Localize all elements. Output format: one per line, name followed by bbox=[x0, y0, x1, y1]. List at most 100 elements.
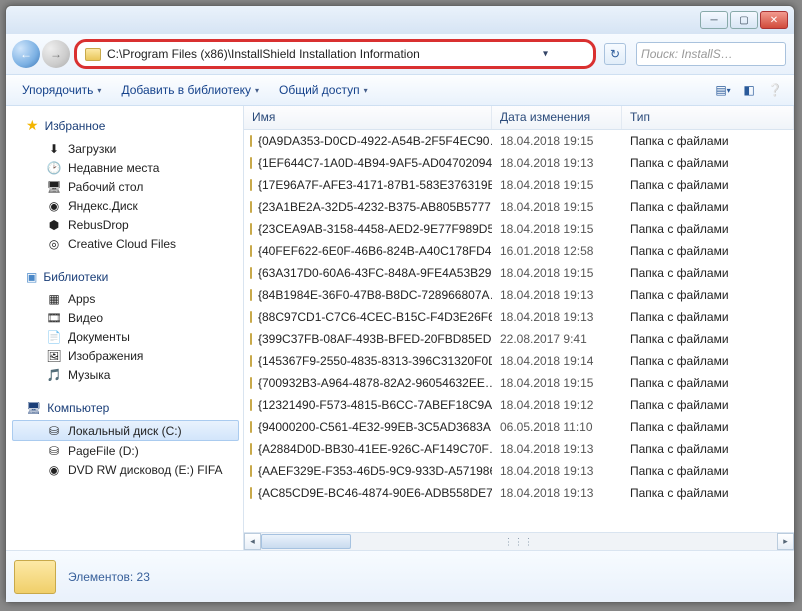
scroll-track[interactable]: ⋮⋮⋮ bbox=[261, 533, 777, 550]
search-placeholder: Поиск: InstallS… bbox=[641, 47, 733, 61]
libraries-item-2[interactable]: 📄Документы bbox=[12, 327, 239, 346]
file-type: Папка с файлами bbox=[622, 222, 794, 236]
file-row[interactable]: {AAEF329E-F353-46D5-9C9-933D-A5719860…18… bbox=[244, 460, 794, 482]
file-type: Папка с файлами bbox=[622, 420, 794, 434]
file-name: {17E96A7F-AFE3-4171-87B1-583E376319E8} bbox=[258, 178, 492, 192]
file-name: {94000200-C561-4E32-99EB-3C5AD3683A… bbox=[258, 420, 492, 434]
preview-pane-button[interactable]: ◧ bbox=[738, 79, 760, 101]
libraries-item-0[interactable]: ▦Apps bbox=[12, 289, 239, 308]
video-icon: 🎞 bbox=[46, 310, 62, 325]
minimize-button[interactable]: ─ bbox=[700, 11, 728, 29]
add-to-library-button[interactable]: Добавить в библиотеку▾ bbox=[113, 79, 267, 101]
scroll-right-button[interactable]: ▸ bbox=[777, 533, 794, 550]
file-date: 18.04.2018 19:13 bbox=[492, 464, 622, 478]
tree-item-label: Рабочий стол bbox=[68, 180, 143, 194]
address-text: C:\Program Files (x86)\InstallShield Ins… bbox=[107, 47, 420, 61]
computer-item-1[interactable]: ⛁PageFile (D:) bbox=[12, 441, 239, 460]
favorites-item-4[interactable]: ⬢RebusDrop bbox=[12, 215, 239, 234]
folder-icon bbox=[250, 223, 252, 235]
file-type: Папка с файлами bbox=[622, 376, 794, 390]
download-icon: ⬇ bbox=[46, 141, 62, 156]
libraries-item-3[interactable]: 🖼Изображения bbox=[12, 346, 239, 365]
file-type: Папка с файлами bbox=[622, 244, 794, 258]
ydisk-icon: ◉ bbox=[46, 198, 62, 213]
hdd-icon: ⛁ bbox=[46, 423, 62, 438]
file-row[interactable]: {23A1BE2A-32D5-4232-B375-AB805B5777…18.0… bbox=[244, 196, 794, 218]
apps-icon: ▦ bbox=[46, 291, 62, 306]
file-date: 18.04.2018 19:13 bbox=[492, 156, 622, 170]
file-name: {AAEF329E-F353-46D5-9C9-933D-A5719860… bbox=[258, 464, 492, 478]
favorites-item-1[interactable]: 🕑Недавние места bbox=[12, 158, 239, 177]
address-bar[interactable]: C:\Program Files (x86)\InstallShield Ins… bbox=[74, 39, 596, 69]
file-row[interactable]: {145367F9-2550-4835-8313-396C31320F0D}18… bbox=[244, 350, 794, 372]
col-name[interactable]: Имя bbox=[244, 106, 492, 129]
folder-icon bbox=[250, 377, 252, 389]
address-dropdown-icon[interactable]: ▾ bbox=[543, 49, 548, 60]
file-row[interactable]: {AC85CD9E-BC46-4874-90E6-ADB558DE7…18.04… bbox=[244, 482, 794, 504]
scroll-thumb[interactable] bbox=[261, 534, 351, 549]
file-row[interactable]: {88C97CD1-C7C6-4CEC-B15C-F4D3E26F6…18.04… bbox=[244, 306, 794, 328]
file-name: {84B1984E-36F0-47B8-B8DC-728966807A… bbox=[258, 288, 492, 302]
file-row[interactable]: {12321490-F573-4815-B6CC-7ABEF18C9A…18.0… bbox=[244, 394, 794, 416]
file-date: 18.04.2018 19:13 bbox=[492, 442, 622, 456]
libraries-group[interactable]: ▣Библиотеки bbox=[12, 267, 239, 287]
back-button[interactable]: ← bbox=[12, 40, 40, 68]
folder-icon bbox=[250, 157, 252, 169]
libraries-item-4[interactable]: 🎵Музыка bbox=[12, 365, 239, 384]
computer-item-0[interactable]: ⛁Локальный диск (C:) bbox=[12, 420, 239, 441]
titlebar[interactable]: ─ ▢ ✕ bbox=[6, 6, 794, 34]
computer-group[interactable]: 🖥Компьютер bbox=[12, 398, 239, 418]
forward-button[interactable]: → bbox=[42, 40, 70, 68]
nav-row: ← → C:\Program Files (x86)\InstallShield… bbox=[6, 34, 794, 74]
file-date: 18.04.2018 19:15 bbox=[492, 266, 622, 280]
col-type[interactable]: Тип bbox=[622, 106, 794, 129]
file-row[interactable]: {700932B3-A964-4878-82A2-96054632EE…18.0… bbox=[244, 372, 794, 394]
file-row[interactable]: {94000200-C561-4E32-99EB-3C5AD3683A…06.0… bbox=[244, 416, 794, 438]
docs-icon: 📄 bbox=[46, 329, 62, 344]
file-row[interactable]: {17E96A7F-AFE3-4171-87B1-583E376319E8}18… bbox=[244, 174, 794, 196]
file-row[interactable]: {84B1984E-36F0-47B8-B8DC-728966807A…18.0… bbox=[244, 284, 794, 306]
file-row[interactable]: {399C37FB-08AF-493B-BFED-20FBD85ED…22.08… bbox=[244, 328, 794, 350]
folder-icon bbox=[250, 311, 252, 323]
favorites-item-3[interactable]: ◉ Яндекс.Диск bbox=[12, 196, 239, 215]
view-button[interactable]: ▤ ▾ bbox=[712, 79, 734, 101]
computer-item-2[interactable]: ◉DVD RW дисковод (E:) FIFA bbox=[12, 460, 239, 479]
libraries-item-1[interactable]: 🎞 Видео bbox=[12, 308, 239, 327]
file-type: Папка с файлами bbox=[622, 442, 794, 456]
favorites-item-0[interactable]: ⬇Загрузки bbox=[12, 139, 239, 158]
share-button[interactable]: Общий доступ▾ bbox=[271, 79, 376, 101]
file-name: {399C37FB-08AF-493B-BFED-20FBD85ED… bbox=[258, 332, 492, 346]
help-button[interactable]: ❔ bbox=[764, 79, 786, 101]
folder-icon bbox=[250, 465, 252, 477]
file-date: 18.04.2018 19:13 bbox=[492, 288, 622, 302]
tree-item-label: Creative Cloud Files bbox=[68, 237, 176, 251]
file-area: Имя Дата изменения Тип {0A9DA353-D0CD-49… bbox=[244, 106, 794, 550]
file-row[interactable]: {0A9DA353-D0CD-4922-A54B-2F5F4EC90…18.04… bbox=[244, 130, 794, 152]
file-row[interactable]: {A2884D0D-BB30-41EE-926C-AF149C70F…18.04… bbox=[244, 438, 794, 460]
file-row[interactable]: {1EF644C7-1A0D-4B94-9AF5-AD04702094…18.0… bbox=[244, 152, 794, 174]
organize-button[interactable]: Упорядочить▾ bbox=[14, 79, 109, 101]
refresh-button[interactable]: ↻ bbox=[604, 43, 626, 65]
file-date: 18.04.2018 19:15 bbox=[492, 222, 622, 236]
tree-item-label: Яндекс.Диск bbox=[68, 199, 138, 213]
col-date[interactable]: Дата изменения bbox=[492, 106, 622, 129]
favorites-group[interactable]: ★Избранное bbox=[12, 114, 239, 137]
file-list[interactable]: {0A9DA353-D0CD-4922-A54B-2F5F4EC90…18.04… bbox=[244, 130, 794, 532]
file-row[interactable]: {63A317D0-60A6-43FC-848A-9FE4A53B29…18.0… bbox=[244, 262, 794, 284]
file-row[interactable]: {23CEA9AB-3158-4458-AED2-9E77F989D5…18.0… bbox=[244, 218, 794, 240]
maximize-button[interactable]: ▢ bbox=[730, 11, 758, 29]
hscrollbar[interactable]: ◂ ⋮⋮⋮ ▸ bbox=[244, 532, 794, 550]
file-name: {23CEA9AB-3158-4458-AED2-9E77F989D5… bbox=[258, 222, 492, 236]
hdd-icon: ⛁ bbox=[46, 443, 62, 458]
favorites-item-5[interactable]: ◎Creative Cloud Files bbox=[12, 234, 239, 253]
folder-icon bbox=[250, 135, 252, 147]
file-name: {40FEF622-6E0F-46B6-824B-A40C178FD4… bbox=[258, 244, 492, 258]
tree-item-label: Видео bbox=[68, 311, 103, 325]
close-button[interactable]: ✕ bbox=[760, 11, 788, 29]
folder-icon bbox=[250, 201, 252, 213]
file-row[interactable]: {40FEF622-6E0F-46B6-824B-A40C178FD4…16.0… bbox=[244, 240, 794, 262]
search-input[interactable]: Поиск: InstallS… bbox=[636, 42, 786, 66]
scroll-left-button[interactable]: ◂ bbox=[244, 533, 261, 550]
favorites-item-2[interactable]: 🖥Рабочий стол bbox=[12, 177, 239, 196]
folder-icon bbox=[250, 355, 252, 367]
